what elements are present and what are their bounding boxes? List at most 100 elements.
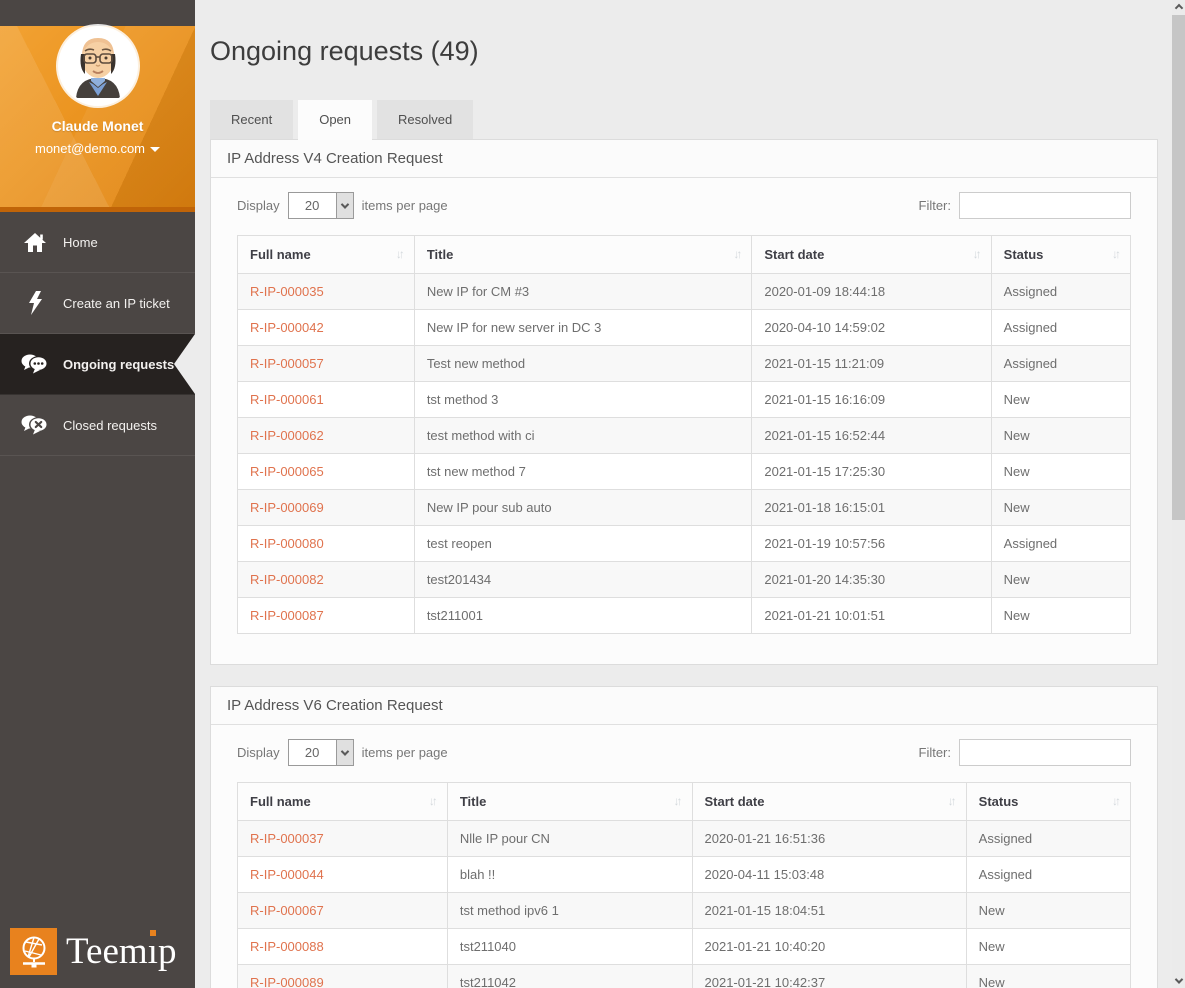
sidebar-item-create-ip-ticket[interactable]: Create an IP ticket xyxy=(0,273,195,334)
table-row: R-IP-000035 New IP for CM #3 2020-01-09 18… xyxy=(237,273,1132,310)
title-cell: test reopen xyxy=(413,525,753,562)
status-cell: New xyxy=(965,928,1132,965)
page-size-control: Display 20 items per page xyxy=(237,739,448,766)
table-row: R-IP-000061 tst method 3 2021-01-15 16:16:… xyxy=(237,381,1132,418)
column-header-start-date[interactable]: Start date ↓↑ xyxy=(691,782,967,821)
start-date-cell: 2021-01-21 10:40:20 xyxy=(691,928,967,965)
panel-ipv4-requests: IP Address V4 Creation Request Display 2… xyxy=(210,139,1158,665)
page-size-value: 20 xyxy=(304,198,320,213)
start-date-cell: 2020-04-10 14:59:02 xyxy=(751,309,992,346)
sort-icon: ↓↑ xyxy=(395,247,405,261)
table-row: R-IP-000087 tst211001 2021-01-21 10:01:51 N… xyxy=(237,597,1132,634)
start-date-cell: 2020-01-09 18:44:18 xyxy=(751,273,992,310)
table-row: R-IP-000062 test method with ci 2021-01-15… xyxy=(237,417,1132,454)
request-id-link[interactable]: R-IP-000089 xyxy=(237,964,448,988)
sort-icon: ↓↑ xyxy=(428,794,438,808)
status-cell: New xyxy=(990,381,1132,418)
status-cell: New xyxy=(990,561,1132,598)
filter-control: Filter: xyxy=(918,192,1131,219)
request-id-link[interactable]: R-IP-000067 xyxy=(237,892,448,929)
sidebar-item-ongoing-requests[interactable]: Ongoing requests xyxy=(0,334,195,395)
column-header-status[interactable]: Status ↓↑ xyxy=(965,782,1132,821)
sidebar-menu: Home Create an IP ticket Ongoing request… xyxy=(0,212,195,456)
status-cell: New xyxy=(990,453,1132,490)
request-id-link[interactable]: R-IP-000042 xyxy=(237,309,415,346)
column-header-start-date[interactable]: Start date ↓↑ xyxy=(751,235,992,274)
items-per-page-label: items per page xyxy=(361,198,448,213)
request-id-link[interactable]: R-IP-000087 xyxy=(237,597,415,634)
start-date-cell: 2021-01-21 10:42:37 xyxy=(691,964,967,988)
sidebar-item-label: Ongoing requests xyxy=(63,356,175,372)
page-size-select[interactable]: 20 xyxy=(287,739,354,766)
column-header-status[interactable]: Status ↓↑ xyxy=(990,235,1132,274)
scroll-up-button[interactable] xyxy=(1172,0,1185,15)
caret-down-icon xyxy=(150,147,161,153)
sidebar: Claude Monet monet@demo.com Home Create … xyxy=(0,0,195,988)
filter-label: Filter: xyxy=(918,198,952,213)
panel-body: Display 20 items per page Filter: Full n xyxy=(211,178,1157,664)
sort-icon: ↓↑ xyxy=(972,247,982,261)
request-id-link[interactable]: R-IP-000082 xyxy=(237,561,415,598)
title-cell: tst new method 7 xyxy=(413,453,753,490)
start-date-cell: 2021-01-19 10:57:56 xyxy=(751,525,992,562)
filter-input[interactable] xyxy=(959,739,1131,766)
logo-i-dot xyxy=(149,930,156,936)
request-id-link[interactable]: R-IP-000044 xyxy=(237,856,448,893)
title-cell: test method with ci xyxy=(413,417,753,454)
request-id-link[interactable]: R-IP-000069 xyxy=(237,489,415,526)
request-id-link[interactable]: R-IP-000088 xyxy=(237,928,448,965)
user-menu-toggle[interactable]: monet@demo.com xyxy=(0,141,195,156)
page-size-select[interactable]: 20 xyxy=(287,192,354,219)
user-email: monet@demo.com xyxy=(34,141,146,156)
column-header-full-name[interactable]: Full name ↓↑ xyxy=(237,782,448,821)
panel-title: IP Address V6 Creation Request xyxy=(211,687,1157,725)
scrollbar-thumb[interactable] xyxy=(1172,15,1185,520)
user-name: Claude Monet xyxy=(51,118,144,134)
table-row: R-IP-000067 tst method ipv6 1 2021-01-15 1… xyxy=(237,892,1132,929)
status-cell: Assigned xyxy=(990,525,1132,562)
panel-ipv6-requests: IP Address V6 Creation Request Display 2… xyxy=(210,686,1158,988)
vertical-scrollbar xyxy=(1172,0,1185,988)
requests-table-ipv4: Full name ↓↑ Title ↓↑ Start date ↓↑ Status ↓… xyxy=(237,235,1132,634)
request-id-link[interactable]: R-IP-000065 xyxy=(237,453,415,490)
request-id-link[interactable]: R-IP-000035 xyxy=(237,273,415,310)
request-id-link[interactable]: R-IP-000037 xyxy=(237,820,448,857)
request-id-link[interactable]: R-IP-000061 xyxy=(237,381,415,418)
sort-icon: ↓↑ xyxy=(673,794,683,808)
start-date-cell: 2021-01-15 11:21:09 xyxy=(751,345,992,382)
column-header-full-name[interactable]: Full name ↓↑ xyxy=(237,235,415,274)
teemip-logo[interactable]: Teemı p xyxy=(10,928,176,975)
status-cell: Assigned xyxy=(990,345,1132,382)
panel-title: IP Address V4 Creation Request xyxy=(211,140,1157,178)
table-row: R-IP-000044 blah !! 2020-04-11 15:03:48 Ass… xyxy=(237,856,1132,893)
title-cell: tst method 3 xyxy=(413,381,753,418)
table-row: R-IP-000057 Test new method 2021-01-15 11:… xyxy=(237,345,1132,382)
column-header-title[interactable]: Title ↓↑ xyxy=(446,782,693,821)
tab-bar: Recent Open Resolved xyxy=(210,100,1158,140)
table-row: R-IP-000082 test201434 2021-01-20 14:35:30… xyxy=(237,561,1132,598)
request-id-link[interactable]: R-IP-000080 xyxy=(237,525,415,562)
globe-network-icon xyxy=(10,928,57,975)
sidebar-item-home[interactable]: Home xyxy=(0,212,195,273)
filter-control: Filter: xyxy=(919,739,1131,766)
request-id-link[interactable]: R-IP-000057 xyxy=(237,345,415,382)
status-cell: Assigned xyxy=(990,309,1132,346)
requests-table-ipv6: Full name ↓↑ Title ↓↑ Start date ↓↑ Status ↓… xyxy=(237,782,1132,988)
select-arrow xyxy=(335,740,353,765)
page-title: Ongoing requests (49) xyxy=(210,36,479,66)
avatar-illustration xyxy=(59,28,136,104)
tab-resolved[interactable]: Resolved xyxy=(377,100,474,139)
filter-input[interactable] xyxy=(959,192,1131,219)
sidebar-item-closed-requests[interactable]: Closed requests xyxy=(0,395,195,456)
display-label: Display xyxy=(237,745,280,760)
scroll-down-button[interactable] xyxy=(1172,973,1185,988)
table-header-row: Full name ↓↑ Title ↓↑ Start date ↓↑ Status ↓… xyxy=(237,782,1132,821)
request-id-link[interactable]: R-IP-000062 xyxy=(237,417,415,454)
column-header-title[interactable]: Title ↓↑ xyxy=(413,235,753,274)
select-arrow xyxy=(335,193,353,218)
table-row: R-IP-000042 New IP for new server in DC 3… xyxy=(237,309,1132,346)
sidebar-item-label: Create an IP ticket xyxy=(63,295,170,311)
tab-recent[interactable]: Recent xyxy=(210,100,294,139)
title-cell: Test new method xyxy=(413,345,753,382)
tab-open[interactable]: Open xyxy=(298,100,373,140)
